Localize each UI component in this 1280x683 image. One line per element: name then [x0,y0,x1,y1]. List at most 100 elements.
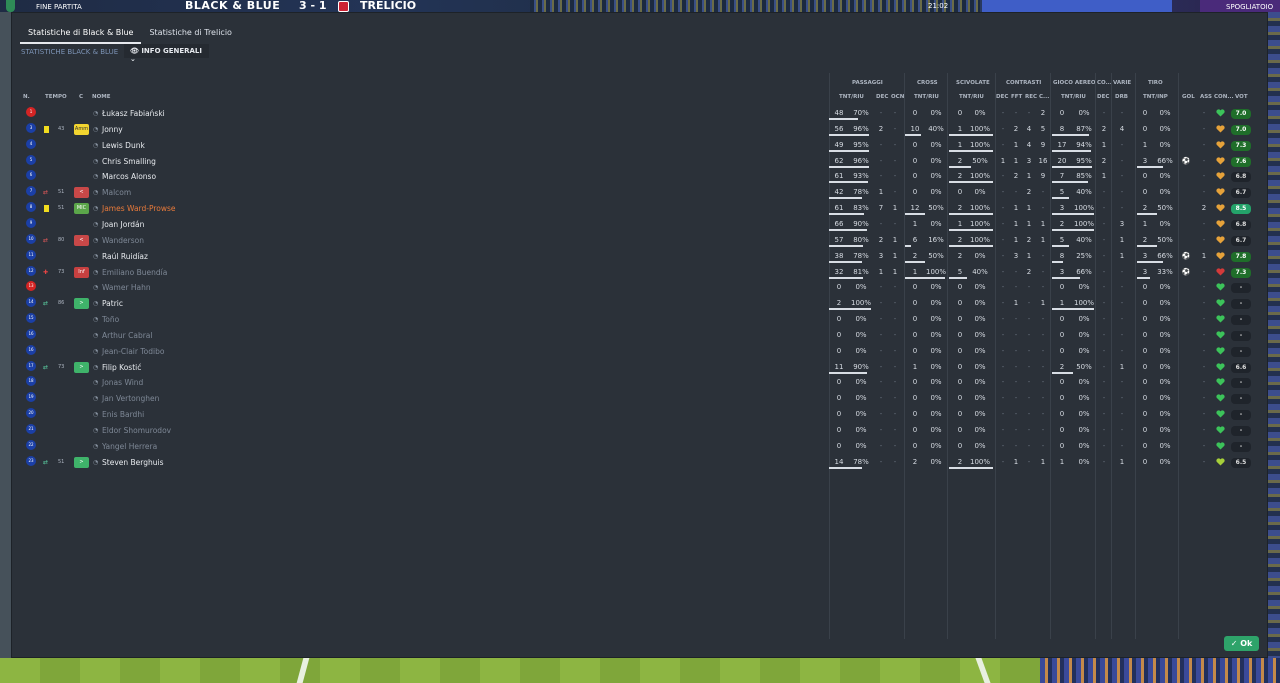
player-name[interactable]: Jonny [102,125,123,134]
view-dropdown[interactable]: 👁 INFO GENERALI ⌄ [124,44,209,63]
section-subtitle: STATISTICHE BLACK & BLUE [21,48,119,56]
dribbles: - [1120,315,1124,324]
col-ass[interactable]: ASS [1200,94,1212,100]
player-name[interactable]: Chris Smalling [102,157,156,166]
col-con-rec[interactable]: REC [1025,94,1037,100]
table-row[interactable]: 12 ✚ 73 Inf ◔ Emiliano Buendía 32 81% 1 1 1 100% 5 40… [12,265,1269,280]
player-name[interactable]: Patric [102,299,123,308]
cross-pct: 0% [930,172,942,181]
player-name[interactable]: Jan Vertonghen [102,394,159,403]
table-row[interactable]: 8 51 MIC ◔ James Ward-Prowse 61 83% 7 1 12 50% 2 100… [12,202,1269,216]
col-nome[interactable]: NOME [92,94,111,100]
table-row[interactable]: 17 ⇄ 73 > ◔ Filip Kostić 11 90% - -1 0% 0 0% - - - -2 50%… [12,360,1269,375]
table-row[interactable]: 22 ◔ Yangel Herrera 0 0% - -0 0% 0 0% - - - -0 0% - -0 0%… [12,439,1269,454]
cross-pct: 0% [930,410,942,419]
player-name[interactable]: Lewis Dunk [102,141,145,150]
aerial-pct: 0% [1078,315,1090,324]
player-name[interactable]: Łukasz Fabiański [102,109,165,118]
stat-bar [949,181,993,184]
table-row[interactable]: 13 ◔ Wamer Hahn 0 0% - -0 0% 0 0% - - - -0 0% - -0 0% - - [12,281,1269,295]
col-gol[interactable]: GOL [1182,94,1195,100]
col-n[interactable]: N. [23,94,30,100]
col-co-dec[interactable]: DEC [1097,94,1109,100]
col-varie-drb[interactable]: DRB [1115,94,1128,100]
con-dec: - [1001,267,1005,276]
table-row[interactable]: 16 ◔ Jean-Clair Todibo 0 0% - -0 0% 0 0% - - - -0 0% - -… [12,344,1269,359]
player-name[interactable]: Eldor Shomurodov [102,426,171,435]
shots-attempted: 2 [1142,204,1148,213]
aerial-attempted: 1 [1059,299,1065,308]
col-con-c[interactable]: C... [1039,94,1049,100]
stat-bar [905,260,925,263]
dressing-room-button[interactable]: SPOGLIATOIO [1226,3,1273,11]
stat-bar [1137,165,1164,168]
passes-dec: - [879,172,883,181]
assists: - [1202,441,1206,450]
col-con-dec[interactable]: DEC [996,94,1008,100]
col-cross-tnt[interactable]: TNT/RIU [914,94,939,100]
player-name[interactable]: Jonas Wind [102,378,143,387]
player-name[interactable]: Raúl Ruidíaz [102,252,148,261]
table-row[interactable]: 11 ◔ Raúl Ruidíaz 38 78% 3 1 2 50% 2 0% -3 1-8 25% -1 3… [12,249,1269,264]
table-row[interactable]: 23 ⇄ 51 > ◔ Steven Berghuis 14 78% - -2 0% 2 100% -1-… [12,455,1269,470]
shirt-number: 22 [26,439,36,450]
col-c[interactable]: C [79,94,83,100]
goal-icon: ⚽ [1181,251,1191,260]
col-tiro-tnt[interactable]: TNT/INP [1143,94,1168,100]
table-row[interactable]: 9 ◔ Joan Jordán 66 90% - -1 0% 1 100% -1 1 1 2 100% -3 1… [12,217,1269,232]
passes-attempted: 66 [834,219,844,228]
player-name[interactable]: Emiliano Buendía [102,268,167,277]
con-fft: 2 [1013,172,1019,181]
con-c: 5 [1040,124,1046,133]
shots-pct: 66% [1157,156,1173,165]
player-name[interactable]: Joan Jordán [102,220,144,229]
table-row[interactable]: 20 ◔ Enis Bardhi 0 0% - -0 0% 0 0% - - - -0 0% - -0 0% - - [12,408,1269,422]
player-name[interactable]: Wamer Hahn [102,283,151,292]
table-row[interactable]: 5 ◔ Chris Smalling 62 96% - -0 0% 2 50% 1 1 3 16 20 95%… [12,154,1269,169]
group-passaggi: PASSAGGI [852,80,883,86]
aerial-pct: 0% [1078,457,1090,466]
player-name[interactable]: Wanderson [102,236,144,245]
assists: - [1202,140,1206,149]
table-row[interactable]: 16 ◔ Arthur Cabral 0 0% - -0 0% 0 0% - - - -0 0% - -0 0% -… [12,328,1269,343]
col-pass-tnt[interactable]: TNT/RIU [839,94,864,100]
ok-button[interactable]: ✓ Ok [1224,636,1259,651]
table-row[interactable]: 14 ⇄ 86 > ◔ Patric 2 100% - -0 0% 0 0% -1-1 1 100% - -0 0%… [12,297,1269,311]
table-row[interactable]: 18 ◔ Jonas Wind 0 0% - -0 0% 0 0% - - - -0 0% - -0 0% - - [12,376,1269,390]
stat-bar [829,276,864,279]
table-row[interactable]: 10 ⇄ 80 < ◔ Wanderson 57 80% 2 1 6 16% 2 100% -1 2 1 5 40%… [12,233,1269,248]
player-name[interactable]: Filip Kostić [102,363,141,372]
table-row[interactable]: 7 ⇄ 51 < ◔ Malcom 42 78% 1-0 0% 0 0% - -2-5 40% - -0 0% -6… [12,186,1269,200]
table-row[interactable]: 4 ◔ Lewis Dunk 49 95% - -0 0% 1 100% -1 4 9 17 94% 1-1 0… [12,138,1269,153]
dribbles: - [1120,172,1124,181]
stats-dialog: Statistiche di Black & Blue Statistiche … [11,12,1268,658]
table-row[interactable]: 6 ◔ Marcos Alonso 61 93% - -0 0% 2 100% -2 1 9 7 85% 1-… [12,170,1269,184]
col-sciv-tnt[interactable]: TNT/RIU [959,94,984,100]
player-name[interactable]: James Ward-Prowse [102,204,176,213]
condition-heart-icon [1216,156,1225,165]
player-name[interactable]: Toño [102,315,119,324]
player-name[interactable]: Yangel Herrera [102,442,157,451]
stat-bar [949,133,993,136]
player-name[interactable]: Marcos Alonso [102,172,156,181]
player-name[interactable]: Malcom [102,188,131,197]
col-tempo[interactable]: TEMPO [45,94,67,100]
player-name[interactable]: Arthur Cabral [102,331,153,340]
col-con-fft[interactable]: FFT [1011,94,1022,100]
passes-dec: 3 [878,251,884,260]
table-row[interactable]: 3 43 Amm ◔ Jonny 56 96% 2-10 40% 1 100% -2 4 5 8 87% 2 4 0… [12,122,1269,137]
player-name[interactable]: Steven Berghuis [102,458,163,467]
tab-home-stats[interactable]: Statistiche di Black & Blue [20,25,142,44]
col-con[interactable]: CON... [1214,94,1234,100]
col-aereo-tnt[interactable]: TNT/RIU [1061,94,1086,100]
table-row[interactable]: 21 ◔ Eldor Shomurodov 0 0% - - 0 0% 0 0% - - - - 0 0% - - 0… [12,424,1269,438]
player-name[interactable]: Enis Bardhi [102,410,144,419]
player-name[interactable]: Jean-Clair Todibo [102,347,164,356]
col-pass-dec[interactable]: DEC [876,94,888,100]
table-row[interactable]: 19 ◔ Jan Vertonghen 0 0% - -0 0% 0 0% - - - -0 0% - -0 0%… [12,392,1269,406]
tab-away-stats[interactable]: Statistiche di Trelicio [141,25,240,44]
table-row[interactable]: 1 ◔ Łukasz Fabiański 48 70% - - 0 0% 0 0% - - - 2 0 0% - -… [12,107,1269,121]
col-pass-ocn[interactable]: OCN [891,94,904,100]
col-vot[interactable]: VOT [1235,94,1248,100]
table-row[interactable]: 15 ◔ Toño 0 0% - -0 0% 0 0% - - - -0 0% - -0 0% - - [12,313,1269,327]
